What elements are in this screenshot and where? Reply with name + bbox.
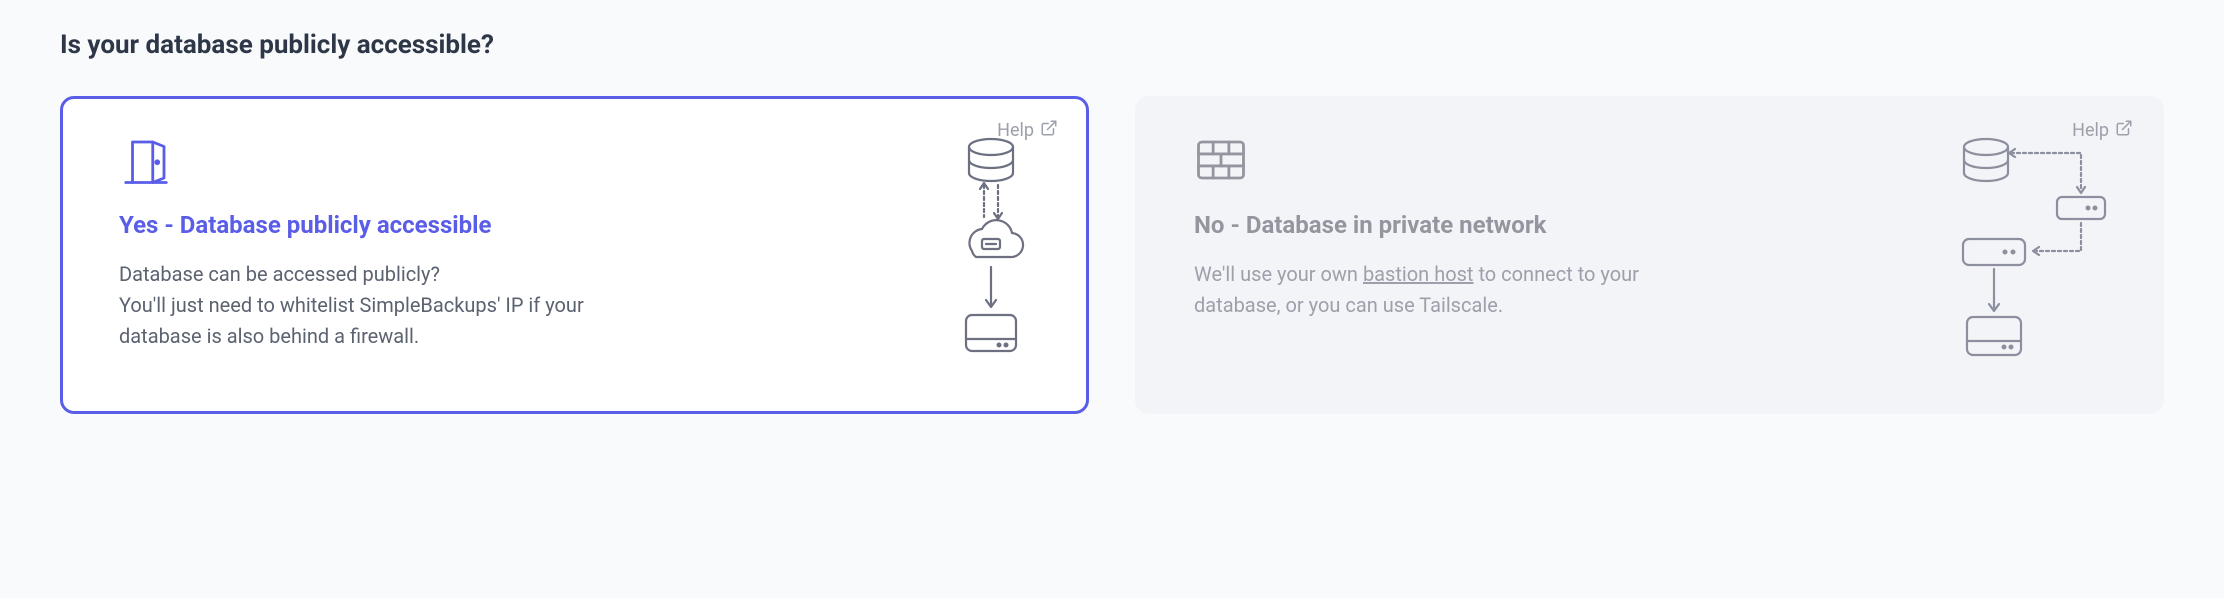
bastion-host-link[interactable]: bastion host bbox=[1363, 262, 1474, 286]
diagram-private bbox=[1931, 133, 2121, 377]
card-description: Database can be accessed publicly? You'l… bbox=[119, 259, 639, 352]
help-label: Help bbox=[2072, 120, 2109, 141]
help-link[interactable]: Help bbox=[2072, 119, 2133, 142]
help-link[interactable]: Help bbox=[997, 119, 1058, 142]
desc-line-1: Database can be accessed publicly? bbox=[119, 262, 440, 286]
desc-pre: We'll use your own bbox=[1194, 262, 1363, 286]
external-link-icon bbox=[1040, 119, 1058, 142]
card-content: Yes - Database publicly accessible Datab… bbox=[119, 133, 639, 377]
card-title: No - Database in private network bbox=[1194, 211, 1714, 239]
help-label: Help bbox=[997, 120, 1034, 141]
card-title: Yes - Database publicly accessible bbox=[119, 211, 639, 239]
external-link-icon bbox=[2115, 119, 2133, 142]
firewall-icon bbox=[1194, 133, 1248, 187]
open-door-icon bbox=[119, 133, 173, 187]
option-card-public-yes[interactable]: Yes - Database publicly accessible Datab… bbox=[60, 96, 1089, 414]
options-container: Yes - Database publicly accessible Datab… bbox=[60, 96, 2164, 414]
diagram-public bbox=[936, 133, 1046, 377]
desc-line-2: You'll just need to whitelist SimpleBack… bbox=[119, 293, 584, 348]
card-description: We'll use your own bastion host to conne… bbox=[1194, 259, 1714, 321]
option-card-private-no[interactable]: No - Database in private network We'll u… bbox=[1135, 96, 2164, 414]
card-content: No - Database in private network We'll u… bbox=[1194, 133, 1714, 377]
page-heading: Is your database publicly accessible? bbox=[60, 30, 2164, 60]
